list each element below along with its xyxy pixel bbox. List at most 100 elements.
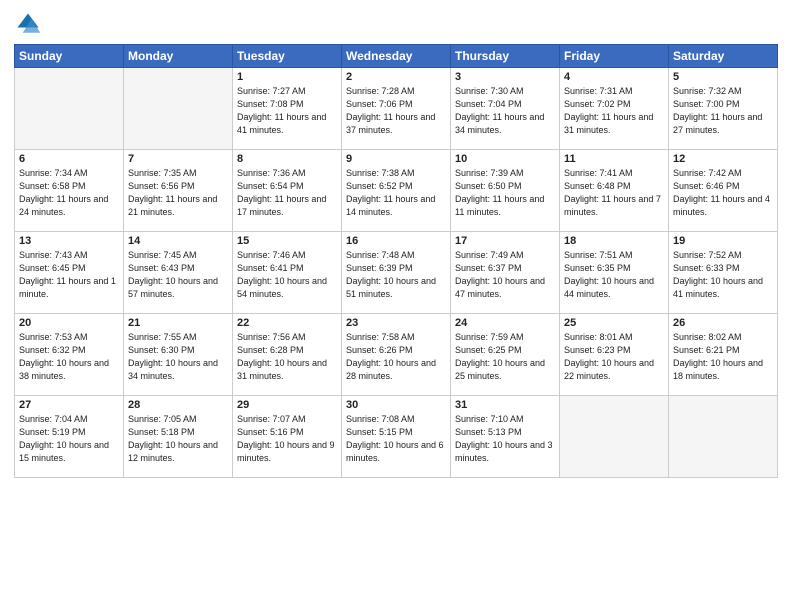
day-number: 8 bbox=[237, 153, 337, 165]
calendar-cell: 25Sunrise: 8:01 AM Sunset: 6:23 PM Dayli… bbox=[560, 314, 669, 396]
calendar-week-row: 13Sunrise: 7:43 AM Sunset: 6:45 PM Dayli… bbox=[15, 232, 778, 314]
weekday-header: Thursday bbox=[451, 45, 560, 68]
day-number: 17 bbox=[455, 235, 555, 247]
day-detail: Sunrise: 7:32 AM Sunset: 7:00 PM Dayligh… bbox=[673, 85, 773, 137]
day-detail: Sunrise: 7:31 AM Sunset: 7:02 PM Dayligh… bbox=[564, 85, 664, 137]
calendar-cell: 24 Sunrise: 7:59 AM Sunset: 6:25 PM Dayli… bbox=[451, 314, 560, 396]
day-detail: Sunrise: 7:41 AM Sunset: 6:48 PM Dayligh… bbox=[564, 167, 664, 219]
day-detail: Sunrise: 7:36 AM Sunset: 6:54 PM Dayligh… bbox=[237, 167, 337, 219]
calendar-cell: 13Sunrise: 7:43 AM Sunset: 6:45 PM Dayli… bbox=[15, 232, 124, 314]
day-number: 22 bbox=[237, 317, 337, 329]
weekday-header: Sunday bbox=[15, 45, 124, 68]
day-number: 29 bbox=[237, 399, 337, 411]
day-number: 26 bbox=[673, 317, 773, 329]
day-number: 10 bbox=[455, 153, 555, 165]
day-number: 16 bbox=[346, 235, 446, 247]
day-number: 24 bbox=[455, 317, 555, 329]
calendar-cell bbox=[669, 396, 778, 478]
day-detail: Sunrise: 7:58 AM Sunset: 6:26 PM Dayligh… bbox=[346, 331, 446, 383]
day-detail: Sunrise: 7:04 AM Sunset: 5:19 PM Dayligh… bbox=[19, 413, 119, 465]
day-number: 2 bbox=[346, 71, 446, 83]
calendar-week-row: 6 Sunrise: 7:34 AM Sunset: 6:58 PM Daylig… bbox=[15, 150, 778, 232]
page: SundayMondayTuesdayWednesdayThursdayFrid… bbox=[0, 0, 792, 612]
day-number: 15 bbox=[237, 235, 337, 247]
day-number: 23 bbox=[346, 317, 446, 329]
logo-icon bbox=[14, 10, 42, 38]
calendar-cell: 30 Sunrise: 7:08 AM Sunset: 5:15 PM Dayli… bbox=[342, 396, 451, 478]
calendar-cell: 19 Sunrise: 7:52 AM Sunset: 6:33 PM Dayli… bbox=[669, 232, 778, 314]
day-number: 21 bbox=[128, 317, 228, 329]
calendar-cell: 10 Sunrise: 7:39 AM Sunset: 6:50 PM Dayli… bbox=[451, 150, 560, 232]
calendar-cell: 21 Sunrise: 7:55 AM Sunset: 6:30 PM Dayli… bbox=[124, 314, 233, 396]
calendar-cell: 22 Sunrise: 7:56 AM Sunset: 6:28 PM Dayli… bbox=[233, 314, 342, 396]
day-detail: Sunrise: 7:48 AM Sunset: 6:39 PM Dayligh… bbox=[346, 249, 446, 301]
day-number: 27 bbox=[19, 399, 119, 411]
day-detail: Sunrise: 7:55 AM Sunset: 6:30 PM Dayligh… bbox=[128, 331, 228, 383]
calendar-cell: 7 Sunrise: 7:35 AM Sunset: 6:56 PM Daylig… bbox=[124, 150, 233, 232]
weekday-header: Saturday bbox=[669, 45, 778, 68]
calendar-cell: 9Sunrise: 7:38 AM Sunset: 6:52 PM Daylig… bbox=[342, 150, 451, 232]
calendar-cell: 12 Sunrise: 7:42 AM Sunset: 6:46 PM Dayli… bbox=[669, 150, 778, 232]
day-number: 5 bbox=[673, 71, 773, 83]
day-detail: Sunrise: 7:59 AM Sunset: 6:25 PM Dayligh… bbox=[455, 331, 555, 383]
day-number: 11 bbox=[564, 153, 664, 165]
day-detail: Sunrise: 7:56 AM Sunset: 6:28 PM Dayligh… bbox=[237, 331, 337, 383]
day-detail: Sunrise: 7:30 AM Sunset: 7:04 PM Dayligh… bbox=[455, 85, 555, 137]
calendar-cell: 23 Sunrise: 7:58 AM Sunset: 6:26 PM Dayli… bbox=[342, 314, 451, 396]
calendar-cell: 20 Sunrise: 7:53 AM Sunset: 6:32 PM Dayli… bbox=[15, 314, 124, 396]
day-number: 30 bbox=[346, 399, 446, 411]
day-number: 18 bbox=[564, 235, 664, 247]
day-detail: Sunrise: 7:52 AM Sunset: 6:33 PM Dayligh… bbox=[673, 249, 773, 301]
day-number: 19 bbox=[673, 235, 773, 247]
calendar-cell: 2 Sunrise: 7:28 AM Sunset: 7:06 PM Daylig… bbox=[342, 68, 451, 150]
calendar-week-row: 20 Sunrise: 7:53 AM Sunset: 6:32 PM Dayli… bbox=[15, 314, 778, 396]
calendar-cell: 28Sunrise: 7:05 AM Sunset: 5:18 PM Dayli… bbox=[124, 396, 233, 478]
day-number: 9 bbox=[346, 153, 446, 165]
calendar-cell: 5 Sunrise: 7:32 AM Sunset: 7:00 PM Daylig… bbox=[669, 68, 778, 150]
calendar-cell: 17Sunrise: 7:49 AM Sunset: 6:37 PM Dayli… bbox=[451, 232, 560, 314]
calendar-week-row: 1 Sunrise: 7:27 AM Sunset: 7:08 PM Daylig… bbox=[15, 68, 778, 150]
day-detail: Sunrise: 7:45 AM Sunset: 6:43 PM Dayligh… bbox=[128, 249, 228, 301]
day-number: 14 bbox=[128, 235, 228, 247]
logo bbox=[14, 10, 46, 38]
calendar-cell bbox=[124, 68, 233, 150]
day-number: 7 bbox=[128, 153, 228, 165]
day-number: 31 bbox=[455, 399, 555, 411]
calendar-week-row: 27 Sunrise: 7:04 AM Sunset: 5:19 PM Dayli… bbox=[15, 396, 778, 478]
day-number: 3 bbox=[455, 71, 555, 83]
weekday-header: Friday bbox=[560, 45, 669, 68]
calendar-cell: 29 Sunrise: 7:07 AM Sunset: 5:16 PM Dayli… bbox=[233, 396, 342, 478]
day-detail: Sunrise: 7:08 AM Sunset: 5:15 PM Dayligh… bbox=[346, 413, 446, 465]
calendar-cell: 4 Sunrise: 7:31 AM Sunset: 7:02 PM Daylig… bbox=[560, 68, 669, 150]
day-number: 4 bbox=[564, 71, 664, 83]
day-number: 20 bbox=[19, 317, 119, 329]
day-detail: Sunrise: 7:05 AM Sunset: 5:18 PM Dayligh… bbox=[128, 413, 228, 465]
day-detail: Sunrise: 7:07 AM Sunset: 5:16 PM Dayligh… bbox=[237, 413, 337, 465]
calendar-cell: 3 Sunrise: 7:30 AM Sunset: 7:04 PM Daylig… bbox=[451, 68, 560, 150]
day-detail: Sunrise: 8:01 AM Sunset: 6:23 PM Dayligh… bbox=[564, 331, 664, 383]
calendar-cell: 14 Sunrise: 7:45 AM Sunset: 6:43 PM Dayli… bbox=[124, 232, 233, 314]
day-detail: Sunrise: 7:39 AM Sunset: 6:50 PM Dayligh… bbox=[455, 167, 555, 219]
day-detail: Sunrise: 7:53 AM Sunset: 6:32 PM Dayligh… bbox=[19, 331, 119, 383]
day-detail: Sunrise: 7:10 AM Sunset: 5:13 PM Dayligh… bbox=[455, 413, 555, 465]
calendar-cell: 11 Sunrise: 7:41 AM Sunset: 6:48 PM Dayli… bbox=[560, 150, 669, 232]
day-number: 13 bbox=[19, 235, 119, 247]
calendar-cell: 15Sunrise: 7:46 AM Sunset: 6:41 PM Dayli… bbox=[233, 232, 342, 314]
day-detail: Sunrise: 7:51 AM Sunset: 6:35 PM Dayligh… bbox=[564, 249, 664, 301]
day-number: 12 bbox=[673, 153, 773, 165]
day-detail: Sunrise: 7:28 AM Sunset: 7:06 PM Dayligh… bbox=[346, 85, 446, 137]
day-detail: Sunrise: 7:42 AM Sunset: 6:46 PM Dayligh… bbox=[673, 167, 773, 219]
calendar: SundayMondayTuesdayWednesdayThursdayFrid… bbox=[14, 44, 778, 478]
weekday-header: Wednesday bbox=[342, 45, 451, 68]
day-number: 1 bbox=[237, 71, 337, 83]
calendar-cell: 1 Sunrise: 7:27 AM Sunset: 7:08 PM Daylig… bbox=[233, 68, 342, 150]
day-detail: Sunrise: 7:27 AM Sunset: 7:08 PM Dayligh… bbox=[237, 85, 337, 137]
day-number: 6 bbox=[19, 153, 119, 165]
weekday-header: Monday bbox=[124, 45, 233, 68]
calendar-cell: 16 Sunrise: 7:48 AM Sunset: 6:39 PM Dayli… bbox=[342, 232, 451, 314]
calendar-cell: 6 Sunrise: 7:34 AM Sunset: 6:58 PM Daylig… bbox=[15, 150, 124, 232]
calendar-cell: 18 Sunrise: 7:51 AM Sunset: 6:35 PM Dayli… bbox=[560, 232, 669, 314]
day-detail: Sunrise: 7:34 AM Sunset: 6:58 PM Dayligh… bbox=[19, 167, 119, 219]
day-detail: Sunrise: 7:35 AM Sunset: 6:56 PM Dayligh… bbox=[128, 167, 228, 219]
calendar-header-row: SundayMondayTuesdayWednesdayThursdayFrid… bbox=[15, 45, 778, 68]
